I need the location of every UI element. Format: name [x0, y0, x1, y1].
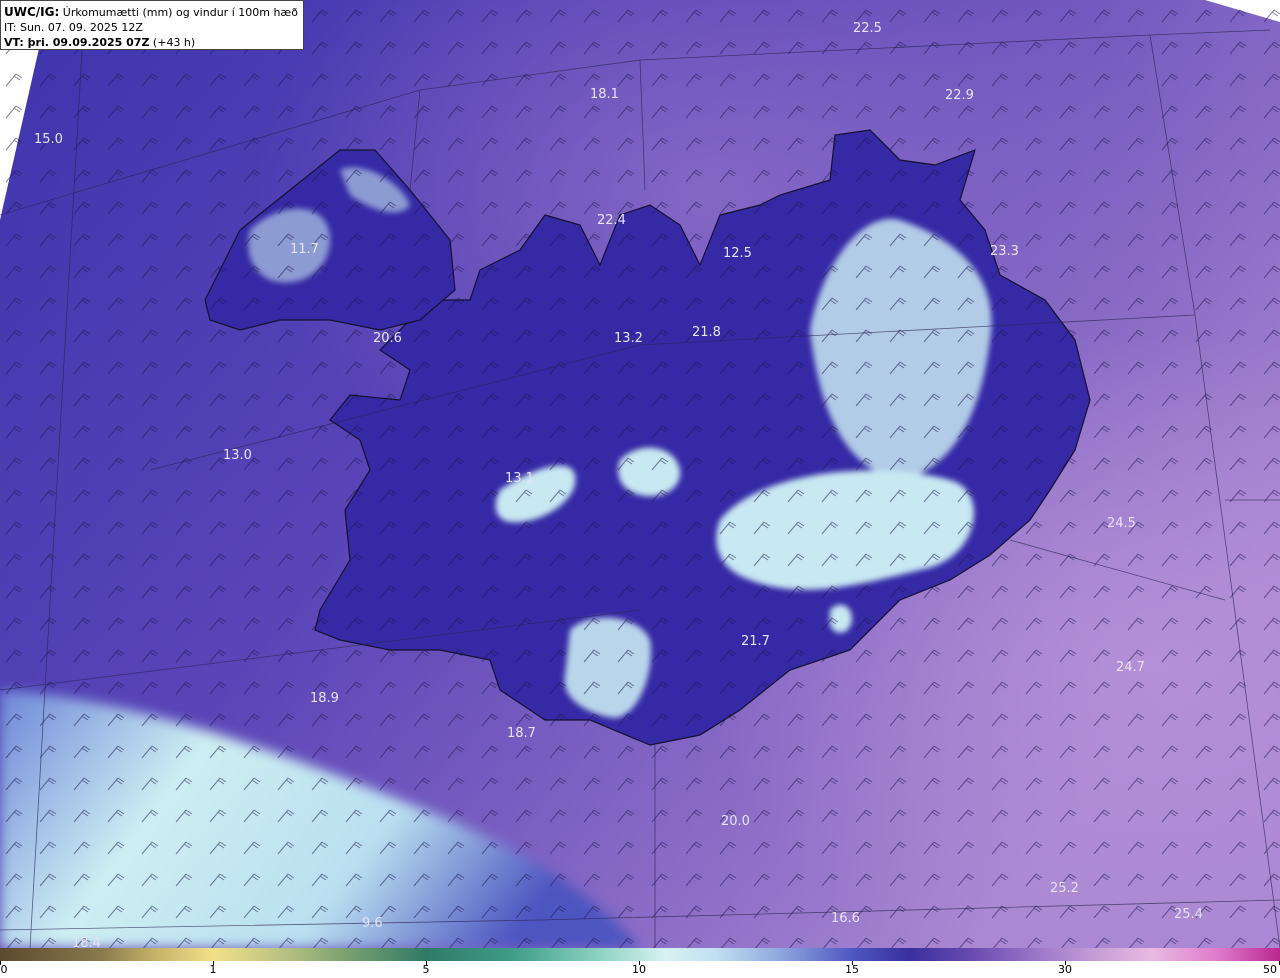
field-value-label: 18.9 [310, 691, 339, 706]
wind-barbs [0, 0, 1280, 948]
field-value-label: 16.6 [831, 911, 860, 926]
field-value-label: 22.9 [945, 88, 974, 103]
field-value-label: 13.0 [223, 448, 252, 463]
field-value-label: 9.6 [362, 916, 383, 931]
colorbar-tick-label: 30 [1058, 963, 1072, 976]
map-title-box: UWC/IG: Úrkomumætti (mm) og vindur í 100… [0, 0, 304, 50]
field-value-label: 18.7 [507, 726, 536, 741]
product-title: Úrkomumætti (mm) og vindur í 100m hæð [59, 6, 298, 19]
title-line: UWC/IG: Úrkomumætti (mm) og vindur í 100… [4, 5, 300, 20]
model-name: UWC/IG: [4, 5, 60, 19]
colorbar: 0 1 5 10 15 30 50 [0, 948, 1280, 978]
field-value-label: 20.0 [721, 814, 750, 829]
field-value-label: 15.0 [34, 132, 63, 147]
field-value-label: 18.4 [72, 936, 101, 948]
valid-time: þri. 09.09.2025 07Z [27, 36, 150, 49]
field-value-label: 24.5 [1107, 516, 1136, 531]
field-value-label: 21.7 [741, 634, 770, 649]
field-value-label: 23.3 [990, 244, 1019, 259]
colorbar-tick-label: 0 [0, 963, 8, 976]
valid-time-line: VT: þri. 09.09.2025 07Z (+43 h) [4, 35, 300, 50]
colorbar-tick-label: 50 [1263, 963, 1277, 976]
field-value-label: 22.4 [597, 213, 626, 228]
field-value-label: 21.8 [692, 325, 721, 340]
field-value-label: 25.4 [1174, 907, 1203, 922]
init-time: IT: Sun. 07. 09. 2025 12Z [4, 21, 143, 34]
colorbar-tick-label: 10 [632, 963, 646, 976]
colorbar-tick-label: 1 [209, 963, 217, 976]
field-value-label: 24.7 [1116, 660, 1145, 675]
colorbar-gradient [0, 948, 1280, 961]
valid-prefix: VT: [4, 36, 28, 49]
precipitation-wind-map: 22.5 18.1 22.9 15.0 22.4 11.7 12.5 23.3 … [0, 0, 1280, 948]
field-value-label: 25.2 [1050, 881, 1079, 896]
lead-time: (+43 h) [149, 36, 196, 49]
field-value-label: 12.5 [723, 246, 752, 261]
field-value-label: 18.1 [590, 87, 619, 102]
field-value-label: 20.6 [373, 331, 402, 346]
field-value-label: 13.1 [505, 471, 534, 486]
field-value-label: 13.2 [614, 331, 643, 346]
field-value-label: 11.7 [290, 242, 319, 257]
field-value-label: 22.5 [853, 21, 882, 36]
colorbar-tick-label: 5 [422, 963, 430, 976]
colorbar-tick-label: 15 [845, 963, 859, 976]
